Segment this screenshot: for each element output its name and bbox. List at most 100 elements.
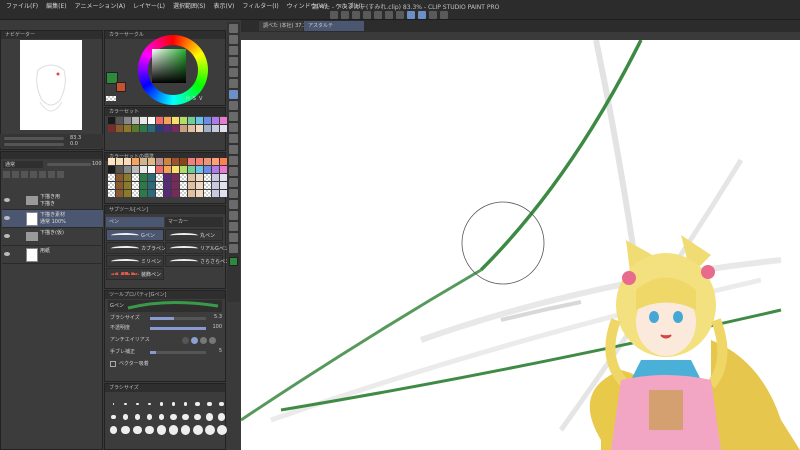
zoom-slider[interactable] (4, 137, 64, 140)
antialias-none[interactable] (182, 337, 189, 344)
color-swatch[interactable] (116, 125, 123, 132)
color-swatch[interactable] (204, 182, 211, 189)
color-swatch[interactable] (108, 182, 115, 189)
brush-tool-icon[interactable] (229, 112, 238, 121)
brush-size-preset[interactable] (168, 424, 179, 436)
color-swatch[interactable] (140, 190, 147, 197)
brush-size-preset[interactable] (144, 424, 155, 436)
stabilize-slider[interactable] (150, 351, 206, 354)
color-swatch[interactable] (188, 125, 195, 132)
text-tool-icon[interactable] (229, 222, 238, 231)
color-swatch[interactable] (148, 158, 155, 165)
color-swatch[interactable] (140, 117, 147, 124)
color-swatch[interactable] (140, 182, 147, 189)
layer-row[interactable]: 用紙 (2, 246, 103, 264)
stabilize-row[interactable]: 手ブレ補正 5 (110, 348, 222, 357)
color-swatch[interactable] (196, 182, 203, 189)
color-swatch[interactable] (220, 125, 227, 132)
brush-item[interactable]: リアルGペン (165, 242, 229, 254)
open-icon[interactable] (341, 11, 349, 19)
color-swatch[interactable] (188, 190, 195, 197)
color-swatch[interactable] (140, 166, 147, 173)
color-swatch[interactable] (212, 190, 219, 197)
tab-pen[interactable]: ペン (106, 217, 164, 227)
rotate-slider[interactable] (4, 143, 64, 146)
color-swatch[interactable] (172, 166, 179, 173)
selection-tool-icon[interactable] (229, 57, 238, 66)
brush-size-preset[interactable] (120, 424, 131, 436)
brush-size-preset[interactable] (192, 424, 203, 436)
color-swatch[interactable] (180, 117, 187, 124)
color-swatch[interactable] (196, 125, 203, 132)
color-swatch[interactable] (124, 117, 131, 124)
brush-size-preset[interactable] (120, 398, 131, 410)
color-swatch[interactable] (204, 166, 211, 173)
blend-tool-icon[interactable] (229, 156, 238, 165)
color-swatch[interactable] (172, 174, 179, 181)
figure-tool-icon[interactable] (229, 189, 238, 198)
color-swatch[interactable] (108, 117, 115, 124)
color-swatch[interactable] (116, 166, 123, 173)
color-swatch[interactable] (108, 166, 115, 173)
eyedropper-tool-icon[interactable] (229, 79, 238, 88)
color-swatch[interactable] (172, 117, 179, 124)
color-swatch[interactable] (180, 174, 187, 181)
color-swatch[interactable] (180, 125, 187, 132)
color-swatch[interactable] (148, 166, 155, 173)
brush-item[interactable]: Gペン (106, 229, 164, 241)
color-swatch[interactable] (132, 158, 139, 165)
menu-item[interactable]: ファイル(F) (2, 1, 42, 10)
layer-opacity-slider[interactable] (47, 163, 91, 166)
color-swatch[interactable] (116, 158, 123, 165)
brush-size-preset[interactable] (108, 411, 119, 423)
mask-icon[interactable] (39, 171, 46, 178)
brush-size-preset[interactable] (156, 424, 167, 436)
color-swatch[interactable] (180, 190, 187, 197)
eye-icon[interactable] (4, 252, 10, 256)
clear-icon[interactable] (385, 11, 393, 19)
brush-item[interactable]: 丸ペン (165, 229, 223, 241)
color-swatch[interactable] (140, 125, 147, 132)
color-swatch[interactable] (196, 117, 203, 124)
sub-color-swatch[interactable] (116, 82, 126, 92)
settings-icon[interactable] (440, 11, 448, 19)
color-swatch[interactable] (164, 158, 171, 165)
canvas-tab-1[interactable]: 調べた (本社) 37.3% (259, 21, 311, 31)
color-swatch[interactable] (164, 166, 171, 173)
menu-item[interactable]: フィルター(I) (238, 1, 282, 10)
brush-size-preset[interactable] (216, 398, 227, 410)
pen-tool-icon[interactable] (229, 90, 238, 99)
menu-item[interactable]: アニメーション(A) (71, 1, 130, 10)
color-swatch[interactable] (132, 182, 139, 189)
color-swatch[interactable] (156, 117, 163, 124)
color-swatch[interactable] (204, 117, 211, 124)
antialias-row[interactable]: アンチエイリアス (110, 336, 222, 345)
redo-icon[interactable] (374, 11, 382, 19)
color-swatch[interactable] (148, 190, 155, 197)
color-swatch[interactable] (124, 190, 131, 197)
operation-tool-icon[interactable] (229, 46, 238, 55)
color-swatch[interactable] (132, 166, 139, 173)
hsv-label[interactable]: V (199, 96, 202, 102)
brush-size-preset[interactable] (168, 398, 179, 410)
color-swatch[interactable] (164, 190, 171, 197)
brush-size-preset[interactable] (180, 424, 191, 436)
color-swatch[interactable] (108, 158, 115, 165)
color-swatch[interactable] (164, 174, 171, 181)
layer-row[interactable]: 下描き用 下描き (2, 192, 103, 210)
color-swatch[interactable] (196, 166, 203, 173)
color-swatch[interactable] (132, 174, 139, 181)
color-swatch[interactable] (108, 190, 115, 197)
color-swatch[interactable] (212, 117, 219, 124)
hsv-label[interactable]: H (186, 96, 190, 102)
move-tool-icon[interactable] (229, 35, 238, 44)
brush-size-preset[interactable] (108, 398, 119, 410)
color-swatch[interactable] (204, 190, 211, 197)
opacity-row[interactable]: 不透明度 100 (110, 324, 222, 333)
zoom-tool-icon[interactable] (229, 24, 238, 33)
pencil-tool-icon[interactable] (229, 101, 238, 110)
brush-item[interactable]: 装飾ペン (106, 268, 164, 280)
tab-marker[interactable]: マーカー (165, 217, 223, 227)
color-swatch[interactable] (180, 166, 187, 173)
brush-size-preset[interactable] (180, 398, 191, 410)
